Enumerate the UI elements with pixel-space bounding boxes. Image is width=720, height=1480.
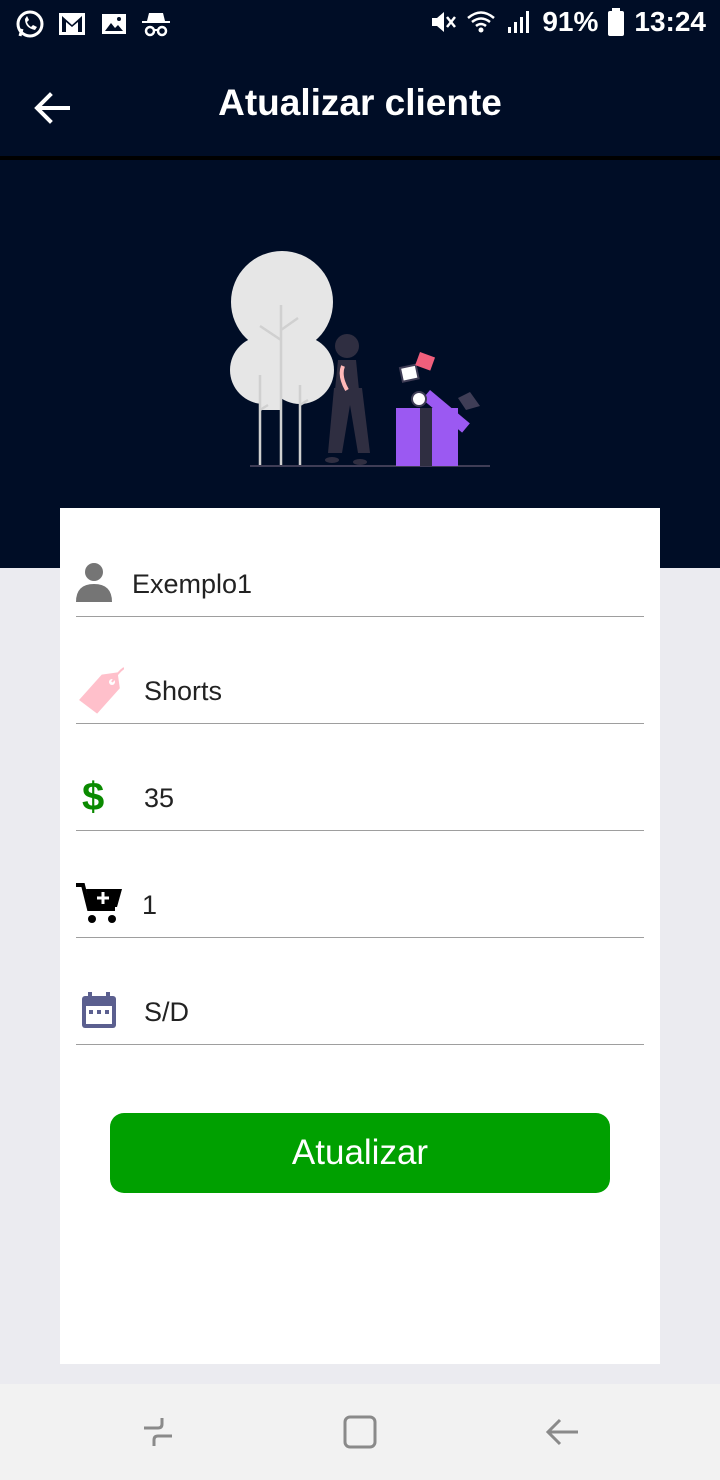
update-button[interactable]: Atualizar <box>110 1113 610 1193</box>
product-input[interactable] <box>144 671 584 711</box>
status-bar: 91% 13:24 <box>0 0 720 52</box>
incognito-icon <box>142 13 170 37</box>
date-field <box>76 988 644 1045</box>
gallery-icon <box>102 14 126 34</box>
back-icon[interactable] <box>542 1412 582 1452</box>
page-title: Atualizar cliente <box>218 82 502 123</box>
calendar-icon <box>82 992 116 1028</box>
mute-icon <box>432 12 457 32</box>
name-input[interactable] <box>132 564 572 604</box>
dollar-icon: $ <box>82 775 104 818</box>
price-tag-icon <box>79 667 124 714</box>
gmail-icon <box>59 13 85 35</box>
form-card: $ Atualizar <box>60 508 660 1364</box>
clock: 13:24 <box>634 6 706 37</box>
hero-banner <box>0 160 720 568</box>
name-field <box>76 560 644 617</box>
add-cart-icon <box>76 883 122 923</box>
app-bar: Atualizar cliente <box>0 52 720 156</box>
date-input[interactable] <box>144 992 584 1032</box>
whatsapp-icon <box>16 10 44 38</box>
battery-icon <box>608 8 625 36</box>
recent-apps-icon[interactable] <box>138 1412 178 1452</box>
battery-percent: 91% <box>542 6 599 37</box>
home-icon[interactable] <box>340 1412 380 1452</box>
svg-text:$: $ <box>82 775 104 818</box>
quantity-field <box>76 881 644 938</box>
quantity-input[interactable] <box>142 885 582 925</box>
person-icon <box>76 563 112 602</box>
signal-icon <box>508 11 530 33</box>
product-field <box>76 667 644 724</box>
price-field: $ <box>76 774 644 831</box>
system-nav-bar <box>0 1384 720 1480</box>
gift-illustration <box>230 251 490 467</box>
price-input[interactable] <box>144 778 584 818</box>
wifi-icon <box>467 11 496 33</box>
